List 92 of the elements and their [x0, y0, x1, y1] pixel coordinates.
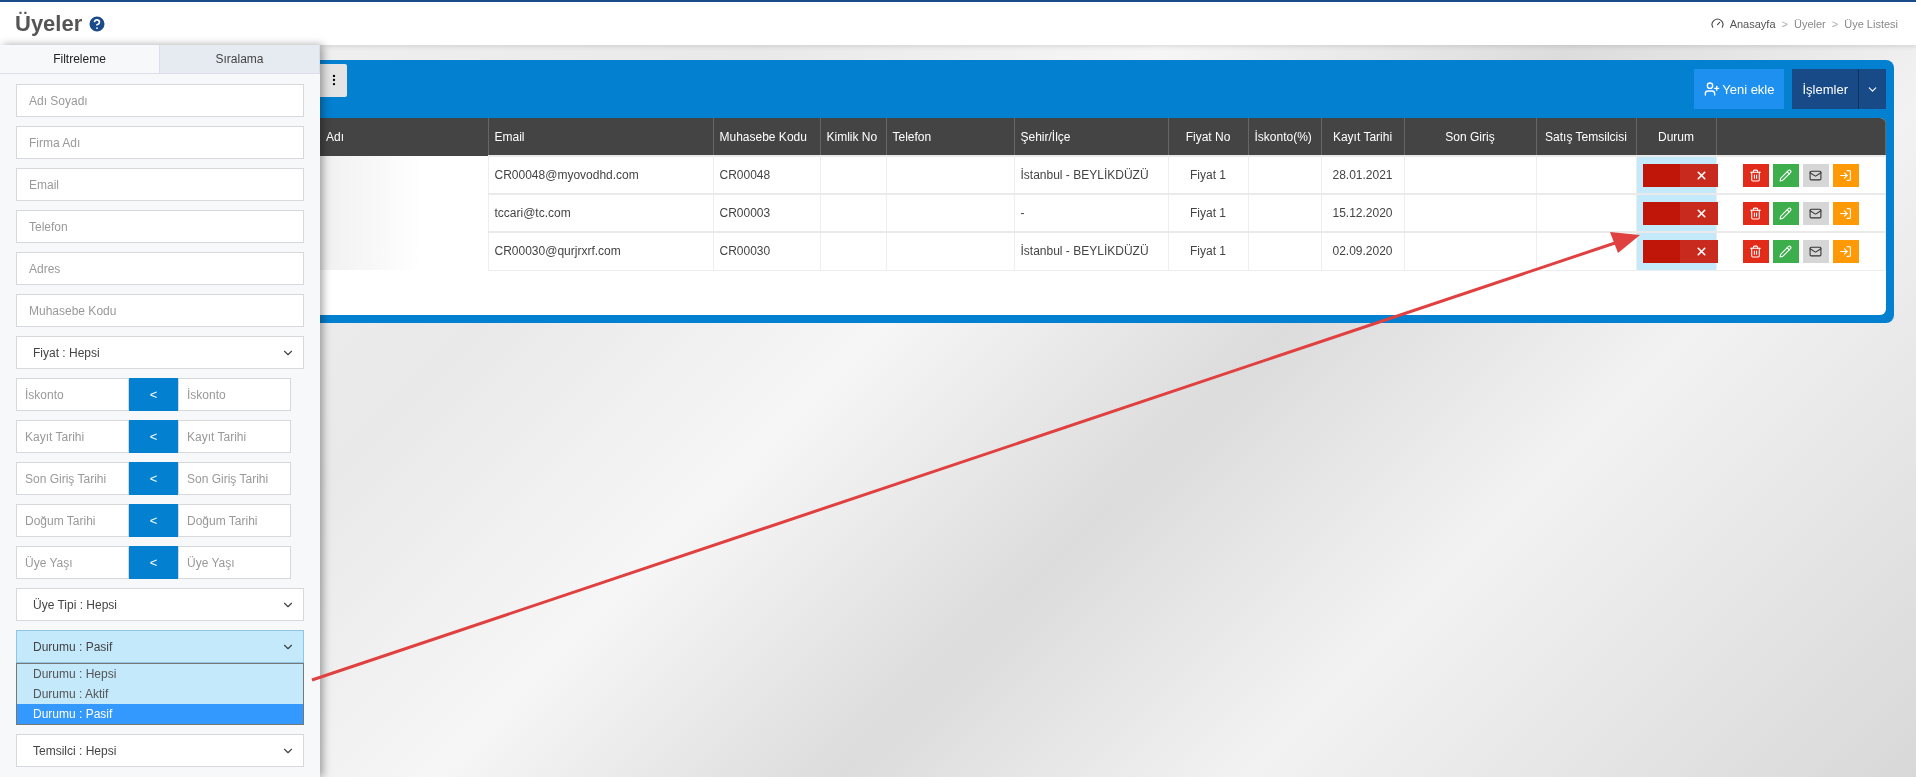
table-cell: -: [1014, 194, 1168, 232]
envelope-icon: [1809, 206, 1823, 220]
range-to-field[interactable]: İskonto: [178, 378, 291, 411]
breadcrumb-separator: >: [1781, 17, 1788, 30]
dropdown-option[interactable]: Durumu : Hepsi: [17, 664, 303, 684]
dropdown-option[interactable]: Durumu : Aktif: [17, 684, 303, 704]
range-from-field[interactable]: Doğum Tarihi: [16, 504, 129, 537]
table-cell: İstanbul - BEYLİKDÜZÜ: [1014, 156, 1168, 194]
range-from-field[interactable]: Kayıt Tarihi: [16, 420, 129, 453]
breadcrumb-link[interactable]: Üyeler: [1793, 17, 1826, 30]
column-header: Email: [488, 118, 713, 156]
range-to-field[interactable]: Üye Yaşı: [178, 546, 291, 579]
text-field[interactable]: Email: [16, 168, 304, 201]
more-button[interactable]: [320, 63, 347, 97]
range-operator: <: [129, 462, 178, 495]
range-operator: <: [129, 504, 178, 537]
dropdown-toggle[interactable]: [1858, 69, 1886, 109]
select-field[interactable]: Temsilci : Hepsi: [16, 734, 304, 767]
dashboard-icon: [1710, 17, 1724, 30]
status-toggle[interactable]: [1642, 239, 1718, 263]
help-icon[interactable]: [87, 13, 108, 34]
delete-button[interactable]: [1742, 201, 1769, 225]
table-cell: tccari@tc.com: [488, 194, 713, 232]
range-operator: <: [129, 420, 178, 453]
close-icon: [1694, 168, 1708, 182]
breadcrumb-link[interactable]: Üye Listesi: [1844, 17, 1898, 30]
range-to-field[interactable]: Doğum Tarihi: [178, 504, 291, 537]
column-header: Son Giriş: [1404, 118, 1536, 156]
text-field[interactable]: Muhasebe Kodu: [16, 294, 304, 327]
range-operator: <: [129, 546, 178, 579]
column-header: Durum: [1636, 118, 1716, 156]
range-from-field[interactable]: Son Giriş Tarihi: [16, 462, 129, 495]
login-icon: [1839, 206, 1853, 220]
mail-button[interactable]: [1802, 163, 1829, 187]
pencil-icon: [1779, 244, 1793, 258]
user-plus-icon: [1704, 81, 1721, 97]
table-cell: 02.09.2020: [1321, 232, 1404, 270]
breadcrumb-separator: >: [1831, 17, 1839, 30]
actions-menu-button[interactable]: İşlemler: [1792, 69, 1858, 109]
login-icon: [1839, 168, 1853, 182]
range-to-field[interactable]: Son Giriş Tarihi: [178, 462, 291, 495]
text-field[interactable]: Adı Soyadı: [16, 84, 304, 117]
range-operator: <: [129, 378, 178, 411]
column-header: Kayıt Tarihi: [1321, 118, 1404, 156]
pencil-icon: [1779, 168, 1793, 182]
login-icon: [1839, 244, 1853, 258]
table-cell: CR00048@myovodhd.com: [488, 156, 713, 194]
column-header: İskonto(%): [1248, 118, 1321, 156]
column-header: Kimlik No: [820, 118, 886, 156]
column-header: Fiyat No: [1168, 118, 1248, 156]
text-field[interactable]: Adres: [16, 252, 304, 285]
breadcrumb-link[interactable]: Anasayfa: [1729, 17, 1776, 30]
range-from-field[interactable]: İskonto: [16, 378, 129, 411]
panel-tab[interactable]: Filtreleme: [0, 45, 160, 73]
close-icon: [1694, 244, 1708, 258]
close-icon: [1694, 206, 1708, 220]
select-field[interactable]: Üye Tipi : Hepsi: [16, 588, 304, 621]
range-to-field[interactable]: Kayıt Tarihi: [178, 420, 291, 453]
trash-icon: [1749, 206, 1763, 220]
text-field[interactable]: Firma Adı: [16, 126, 304, 159]
envelope-icon: [1809, 244, 1823, 258]
range-from-field[interactable]: Üye Yaşı: [16, 546, 129, 579]
delete-button[interactable]: [1742, 239, 1769, 263]
table-cell: CR00030@qurjrxrf.com: [488, 232, 713, 270]
mail-button[interactable]: [1802, 239, 1829, 263]
table-cell: 28.01.2021: [1321, 156, 1404, 194]
table-cell: CR00030: [713, 232, 820, 270]
column-header: Muhasebe Kodu: [713, 118, 820, 156]
select-field[interactable]: Fiyat : Hepsi: [16, 336, 304, 369]
envelope-icon: [1809, 168, 1823, 182]
table-cell: Fiyat 1: [1168, 156, 1248, 194]
table-cell: 15.12.2020: [1321, 194, 1404, 232]
delete-button[interactable]: [1742, 163, 1769, 187]
table-cell: İstanbul - BEYLİKDÜZÜ: [1014, 232, 1168, 270]
pencil-icon: [1779, 206, 1793, 220]
status-toggle[interactable]: [1642, 163, 1718, 187]
table-cell: Fiyat 1: [1168, 232, 1248, 270]
status-toggle[interactable]: [1642, 201, 1718, 225]
panel-tab[interactable]: Sıralama: [160, 45, 320, 73]
mail-button[interactable]: [1802, 201, 1829, 225]
column-header: Telefon: [886, 118, 1014, 156]
table-cell: CR00003: [713, 194, 820, 232]
table-cell: Fiyat 1: [1168, 194, 1248, 232]
column-header: Adı: [320, 118, 488, 156]
select-field[interactable]: Durumu : Pasif: [16, 630, 304, 663]
trash-icon: [1749, 168, 1763, 182]
text-field[interactable]: Telefon: [16, 210, 304, 243]
table-cell: CR00048: [713, 156, 820, 194]
page-title: Üyeler: [15, 10, 83, 37]
trash-icon: [1749, 244, 1763, 258]
column-header: Satış Temsilcisi: [1536, 118, 1636, 156]
column-header: Şehir/İlçe: [1014, 118, 1168, 156]
